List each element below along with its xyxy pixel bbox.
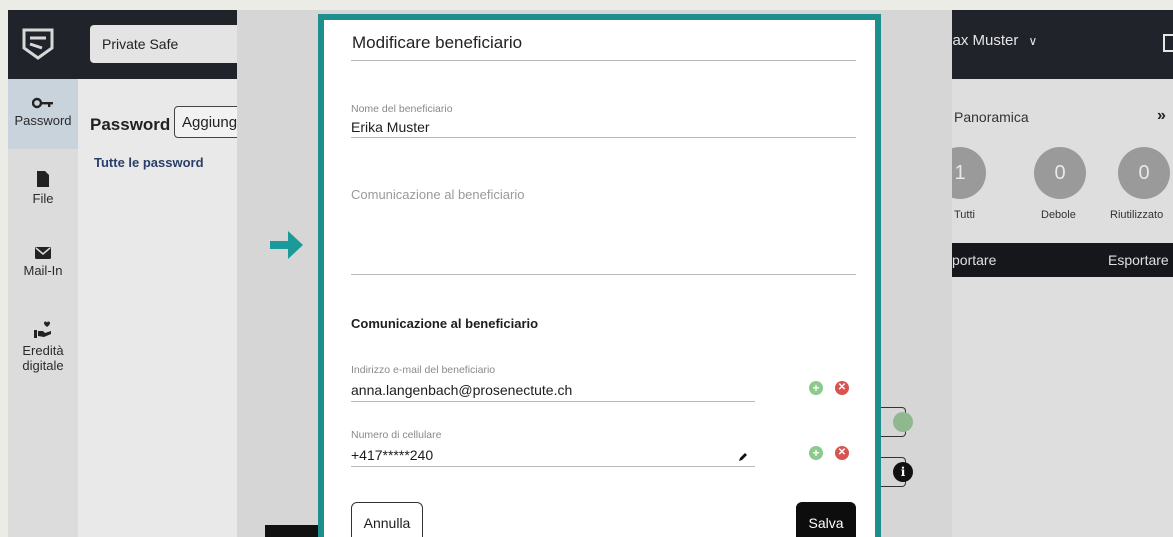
check-icon (893, 412, 913, 432)
phone-underline (351, 466, 755, 467)
sidebar-item-mail-in[interactable]: Mail-In (8, 247, 78, 297)
message-field[interactable]: Comunicazione al beneficiario (351, 187, 524, 202)
app-window: Private Safe Max Muster ∨ Password File (8, 10, 1173, 537)
add-email-icon[interactable]: + (809, 381, 823, 395)
heart-hand-icon (34, 321, 51, 338)
background-button (265, 525, 325, 537)
dialog-title: Modificare beneficiario (352, 33, 523, 52)
page-title: Password (90, 115, 171, 134)
export-bar: portare Esportare (952, 243, 1173, 277)
counter-weak: 0 (1034, 147, 1086, 199)
key-icon (32, 97, 53, 109)
overview-title: Panoramica (954, 109, 1029, 125)
file-icon (37, 171, 49, 187)
sidebar-item-label: File (32, 191, 54, 206)
counter-all-label: Tutti (954, 209, 975, 221)
edit-beneficiary-dialog: Modificare beneficiario Nome del benefic… (318, 14, 881, 537)
sidebar: Password File Mail-In Eredità digitale (8, 79, 78, 537)
sidebar-item-file[interactable]: File (8, 171, 78, 221)
sidebar-item-digital-inheritance[interactable]: Eredità digitale (8, 321, 78, 391)
mail-icon (35, 247, 51, 259)
export-button-left[interactable]: portare (952, 252, 996, 268)
counter-reused: 0 (1118, 147, 1170, 199)
phone-field[interactable]: +417*****240 (351, 447, 433, 463)
pencil-icon[interactable] (738, 452, 748, 462)
sidebar-item-label: digitale (22, 358, 64, 373)
document-icon[interactable] (1163, 34, 1173, 52)
email-underline (351, 401, 755, 402)
save-button[interactable]: Salva (796, 502, 856, 537)
name-field[interactable]: Erika Muster (351, 119, 430, 135)
counter-reused-label: Riutilizzato (1110, 209, 1164, 221)
phone-label: Numero di cellulare (351, 429, 442, 441)
overview-panel: Panoramica » 1 0 0 Tutti Debole Riutiliz… (934, 79, 1173, 537)
add-password-label: Aggiungi (182, 114, 241, 131)
vault-name: Private Safe (102, 36, 179, 52)
add-phone-icon[interactable]: + (809, 446, 823, 460)
remove-phone-icon[interactable]: ✕ (835, 446, 849, 460)
email-field[interactable]: anna.langenbach@prosenectute.ch (351, 382, 572, 398)
logo-icon (22, 28, 54, 60)
divider (351, 60, 856, 61)
cancel-button[interactable]: Annulla (351, 502, 423, 537)
info-icon: i (893, 462, 913, 482)
name-underline (351, 137, 856, 138)
collapse-icon[interactable]: » (1157, 107, 1166, 125)
sidebar-item-label: Password (14, 113, 72, 128)
remove-email-icon[interactable]: ✕ (835, 381, 849, 395)
arrow-right-icon (270, 231, 303, 259)
sidebar-item-password[interactable]: Password (8, 79, 78, 149)
email-label: Indirizzo e-mail del beneficiario (351, 364, 496, 376)
message-underline (351, 274, 856, 275)
user-menu[interactable]: Max Muster ∨ (940, 32, 1037, 49)
filter-all-passwords[interactable]: Tutte le password (94, 155, 204, 170)
sidebar-item-label: Eredità (22, 343, 64, 358)
chevron-down-icon: ∨ (1028, 34, 1038, 48)
sidebar-item-label: Mail-In (23, 263, 63, 278)
section-title: Comunicazione al beneficiario (351, 316, 539, 331)
name-label: Nome del beneficiario (351, 103, 453, 115)
counter-weak-label: Debole (1041, 209, 1076, 221)
export-button-right[interactable]: Esportare (1108, 252, 1169, 268)
